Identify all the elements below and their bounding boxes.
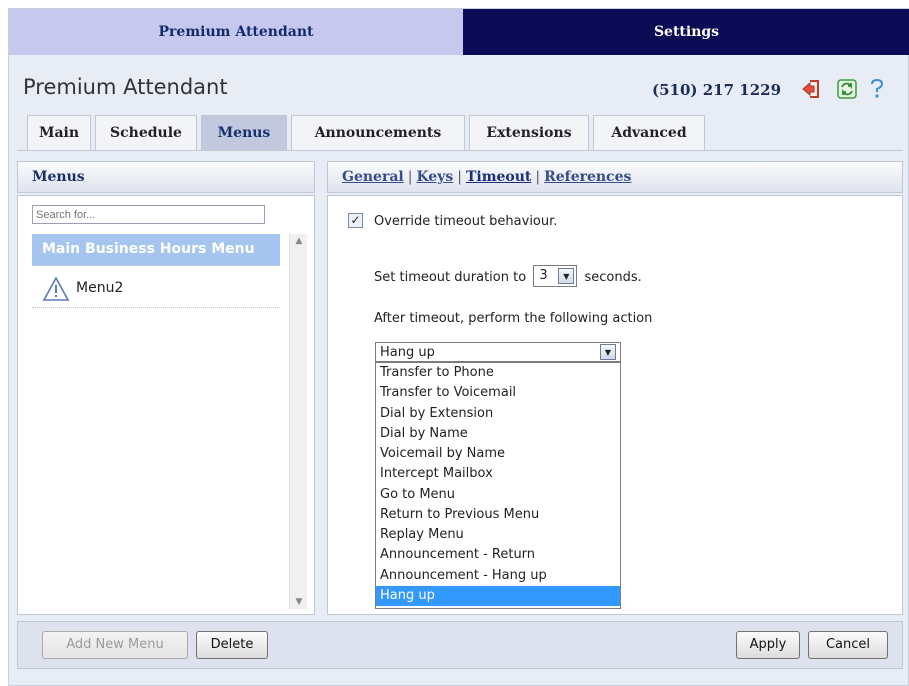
subnav-references[interactable]: References: [544, 169, 631, 185]
option-transfer-to-voicemail[interactable]: Transfer to Voicemail: [376, 383, 620, 403]
tab-schedule[interactable]: Schedule: [95, 115, 197, 151]
menus-panel-heading: Menus: [17, 161, 315, 193]
action-value: Hang up: [380, 345, 435, 360]
timeout-action-options: Transfer to Phone Transfer to Voicemail …: [375, 362, 621, 609]
option-transfer-to-phone[interactable]: Transfer to Phone: [376, 363, 620, 383]
timeout-duration-select[interactable]: 3 ▼: [533, 265, 578, 287]
help-icon[interactable]: [866, 78, 888, 100]
option-hang-up[interactable]: Hang up: [376, 585, 620, 606]
option-voicemail-by-name[interactable]: Voicemail by Name: [376, 444, 620, 464]
list-item-label: Menu2: [76, 280, 124, 296]
chevron-down-icon[interactable]: ▼: [600, 344, 616, 360]
page-title: Premium Attendant: [23, 75, 228, 99]
refresh-icon[interactable]: [836, 78, 858, 100]
duration-suffix: seconds.: [584, 270, 642, 285]
list-item-menu2[interactable]: Menu2: [32, 272, 280, 308]
app-frame: Premium Attendant Settings Premium Atten…: [8, 8, 909, 686]
cancel-button[interactable]: Cancel: [808, 631, 888, 659]
override-timeout-checkbox[interactable]: ✓: [348, 213, 363, 228]
tab-divider: [17, 150, 903, 151]
top-tab-settings[interactable]: Settings: [463, 9, 909, 55]
scroll-up-icon[interactable]: ▲: [290, 236, 308, 246]
tab-extensions[interactable]: Extensions: [469, 115, 589, 151]
list-item-label: Main Business Hours Menu: [42, 241, 255, 257]
search-input[interactable]: [32, 205, 265, 224]
chevron-down-icon[interactable]: ▼: [558, 268, 575, 284]
option-return-to-previous-menu[interactable]: Return to Previous Menu: [376, 505, 620, 525]
add-new-menu-button[interactable]: Add New Menu: [42, 631, 188, 659]
duration-value: 3: [539, 268, 548, 283]
override-timeout-label: Override timeout behaviour.: [374, 214, 558, 229]
timeout-action-select[interactable]: Hang up ▼: [375, 342, 621, 362]
top-tabbar: Premium Attendant Settings: [9, 9, 909, 55]
option-dial-by-name[interactable]: Dial by Name: [376, 424, 620, 444]
list-item-main-business-hours-menu[interactable]: Main Business Hours Menu: [32, 234, 280, 266]
duration-prefix: Set timeout duration to: [374, 270, 527, 285]
option-go-to-menu[interactable]: Go to Menu: [376, 485, 620, 505]
tab-menus[interactable]: Menus: [201, 115, 287, 151]
option-intercept-mailbox[interactable]: Intercept Mailbox: [376, 464, 620, 484]
apply-button[interactable]: Apply: [736, 631, 800, 659]
delete-button[interactable]: Delete: [196, 631, 268, 659]
timeout-settings-panel: ✓ Override timeout behaviour. Set timeou…: [327, 195, 903, 615]
phone-number: (510) 217 1229: [652, 81, 782, 99]
option-announcement-return[interactable]: Announcement - Return: [376, 545, 620, 565]
subnav-keys[interactable]: Keys: [416, 169, 453, 185]
option-dial-by-extension[interactable]: Dial by Extension: [376, 404, 620, 424]
tab-advanced[interactable]: Advanced: [593, 115, 705, 151]
option-replay-menu[interactable]: Replay Menu: [376, 525, 620, 545]
subnav-timeout[interactable]: Timeout: [466, 169, 531, 185]
tab-main[interactable]: Main: [27, 115, 91, 151]
logout-icon[interactable]: [800, 78, 822, 100]
menus-scrollbar[interactable]: ▲ ▼: [289, 234, 307, 609]
action-bar: Add New Menu Delete Apply Cancel: [17, 621, 903, 669]
menus-list-panel: Main Business Hours Menu Menu2 ▲ ▼: [17, 195, 315, 615]
option-announcement-hang-up[interactable]: Announcement - Hang up: [376, 566, 620, 586]
subnav-general[interactable]: General: [342, 169, 404, 185]
top-tab-premium-attendant[interactable]: Premium Attendant: [9, 9, 463, 55]
timeout-duration-row: Set timeout duration to 3 ▼ seconds.: [374, 265, 642, 287]
tab-announcements[interactable]: Announcements: [291, 115, 465, 151]
after-timeout-label: After timeout, perform the following act…: [374, 311, 653, 326]
warning-icon: [42, 276, 70, 301]
scroll-down-icon[interactable]: ▼: [290, 597, 308, 607]
menu-subnav: General | Keys | Timeout | References: [327, 161, 903, 193]
